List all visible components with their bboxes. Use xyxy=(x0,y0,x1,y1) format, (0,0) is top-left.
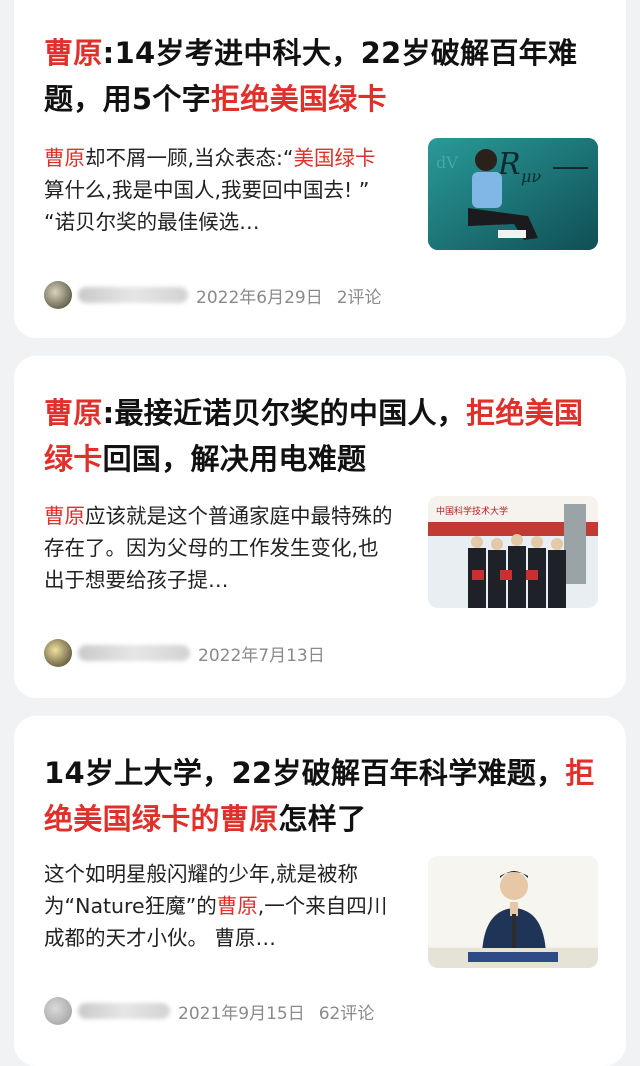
article-thumbnail[interactable]: 中国科学技术大学 xyxy=(428,496,598,608)
text-segment: 却不屑一顾,当众表态:“ xyxy=(85,146,294,170)
comment-count[interactable]: 2评论 xyxy=(337,283,382,308)
author-avatar[interactable] xyxy=(44,997,72,1025)
article-date: 2022年7月13日 xyxy=(198,645,325,666)
highlight-text: 曹原 xyxy=(216,894,258,918)
svg-text:dV: dV xyxy=(436,153,458,172)
article-card-1[interactable]: 曹原:14岁考进中科大，22岁破解百年难题，用5个字拒绝美国绿卡 曹原却不屑一顾… xyxy=(14,0,626,338)
article-title[interactable]: 曹原:最接近诺贝尔奖的中国人，拒绝美国绿卡回国，解决用电难题 xyxy=(44,390,602,482)
author-avatar[interactable] xyxy=(44,639,72,667)
author-name-redacted xyxy=(78,1003,170,1019)
article-card-3[interactable]: 14岁上大学，22岁破解百年科学难题，拒绝美国绿卡的曹原怎样了 这个如明星般闪耀… xyxy=(14,716,626,1066)
highlight-text: 曹原 xyxy=(44,146,85,170)
text-segment: 怎样了 xyxy=(278,802,367,836)
author-name-redacted xyxy=(78,287,188,303)
article-snippet: 曹原应该就是这个普通家庭中最特殊的存在了。因为父母的工作发生变化,也出于想要给孩… xyxy=(44,500,396,596)
article-thumbnail[interactable] xyxy=(428,856,598,968)
author-avatar[interactable] xyxy=(44,281,72,309)
highlight-text: 曹原 xyxy=(44,396,103,430)
svg-text:中国科学技术大学: 中国科学技术大学 xyxy=(436,505,508,517)
man-speaking-at-podium-image xyxy=(428,856,598,968)
article-title[interactable]: 14岁上大学，22岁破解百年科学难题，拒绝美国绿卡的曹原怎样了 xyxy=(44,750,602,842)
article-date: 2022年6月29日 xyxy=(196,287,323,308)
man-seated-before-formula-board-image: R μν dV xyxy=(428,138,598,250)
article-snippet: 这个如明星般闪耀的少年,就是被称为“Nature狂魔”的曹原,一个来自四川成都的… xyxy=(44,858,396,954)
highlight-text: 曹原 xyxy=(44,36,103,70)
article-meta: 2021年9月15日 62评论 xyxy=(44,996,374,1026)
article-card-2[interactable]: 曹原:最接近诺贝尔奖的中国人，拒绝美国绿卡回国，解决用电难题 曹原应该就是这个普… xyxy=(14,356,626,698)
text-segment: 应该就是这个普通家庭中最特殊的存在了。因为父母的工作发生变化,也出于想要给孩子提… xyxy=(44,504,393,592)
highlight-text: 曹原 xyxy=(44,504,85,528)
article-meta: 2022年6月29日 2评论 xyxy=(44,280,382,310)
article-title[interactable]: 曹原:14岁考进中科大，22岁破解百年难题，用5个字拒绝美国绿卡 xyxy=(44,30,602,122)
highlight-text: 拒绝美国绿卡 xyxy=(210,82,387,116)
svg-text:μν: μν xyxy=(521,167,541,186)
text-segment: :最接近诺贝尔奖的中国人， xyxy=(102,396,467,430)
article-snippet: 曹原却不屑一顾,当众表态:“美国绿卡算什么,我是中国人,我要回中国去! ” “诺… xyxy=(44,142,396,238)
text-segment: 回国，解决用电难题 xyxy=(102,442,367,476)
author-name-redacted xyxy=(78,645,190,661)
article-thumbnail[interactable]: R μν dV xyxy=(428,138,598,250)
text-segment: 14岁上大学，22岁破解百年科学难题， xyxy=(44,756,566,790)
article-date: 2021年9月15日 xyxy=(178,1003,305,1024)
award-ceremony-group-image: 中国科学技术大学 xyxy=(428,496,598,608)
highlight-text: 美国绿卡 xyxy=(293,146,376,170)
text-segment: 算什么,我是中国人,我要回中国去! ” “诺贝尔奖的最佳候选… xyxy=(44,178,370,234)
article-meta: 2022年7月13日 xyxy=(44,638,325,668)
comment-count[interactable]: 62评论 xyxy=(319,999,375,1024)
